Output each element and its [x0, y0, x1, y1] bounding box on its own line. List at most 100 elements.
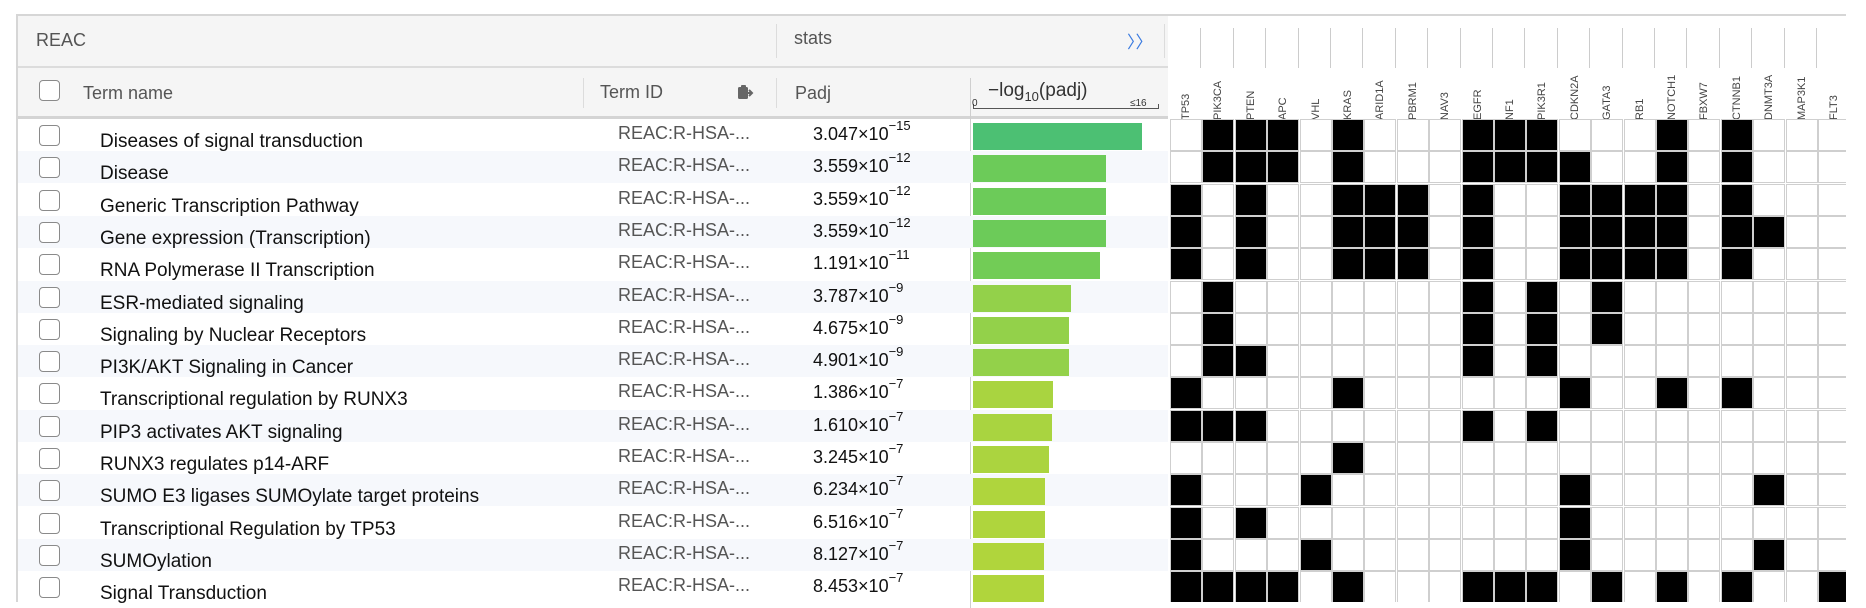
gene-cell[interactable] — [1688, 409, 1721, 442]
gene-cell[interactable] — [1299, 409, 1332, 442]
term-name[interactable]: PI3K/AKT Signaling in Cancer — [100, 357, 353, 379]
gene-cell[interactable] — [1332, 474, 1364, 507]
gene-cell[interactable] — [1623, 506, 1656, 539]
gene-cell[interactable] — [1558, 312, 1591, 345]
gene-cell[interactable] — [1202, 474, 1235, 507]
gene-cell[interactable] — [1656, 377, 1688, 410]
gene-cell[interactable] — [1494, 506, 1526, 539]
gene-cell[interactable] — [1396, 119, 1429, 151]
gene-cell[interactable] — [1591, 345, 1624, 378]
gene-cell[interactable] — [1623, 409, 1656, 442]
gene-cell[interactable] — [1364, 345, 1397, 378]
gene-cell[interactable] — [1688, 345, 1721, 378]
gene-cell[interactable] — [1785, 474, 1818, 507]
gene-cell[interactable] — [1299, 345, 1332, 378]
gene-cell[interactable] — [1170, 248, 1202, 281]
gene-cell[interactable] — [1720, 215, 1753, 248]
term-id[interactable]: REAC:R-HSA-... — [618, 414, 750, 435]
term-name[interactable]: Signaling by Nuclear Receptors — [100, 325, 366, 347]
gene-cell[interactable] — [1429, 474, 1462, 507]
gene-cell[interactable] — [1688, 506, 1721, 539]
gene-cell[interactable] — [1656, 474, 1688, 507]
gene-cell[interactable] — [1396, 312, 1429, 345]
gene-cell[interactable] — [1364, 442, 1397, 474]
gene-cell[interactable] — [1234, 377, 1267, 410]
gene-cell[interactable] — [1461, 280, 1494, 313]
gene-cell[interactable] — [1429, 215, 1462, 248]
gene-cell[interactable] — [1558, 345, 1591, 378]
gene-cell[interactable] — [1494, 312, 1526, 345]
gene-cell[interactable] — [1753, 280, 1786, 313]
row-checkbox[interactable] — [39, 480, 60, 502]
gene-cell[interactable] — [1202, 151, 1235, 184]
gene-cell[interactable] — [1429, 312, 1462, 345]
row-checkbox[interactable] — [39, 383, 60, 405]
gene-label[interactable]: DNMT3A — [1753, 72, 1785, 124]
gene-cell[interactable] — [1818, 280, 1846, 313]
gene-cell[interactable] — [1429, 377, 1462, 410]
table-row[interactable]: Gene expression (Transcription) REAC:R-HS… — [18, 215, 1168, 249]
gene-cell[interactable] — [1234, 345, 1267, 378]
gene-cell[interactable] — [1526, 248, 1559, 281]
gene-cell[interactable] — [1364, 409, 1397, 442]
gene-cell[interactable] — [1267, 151, 1300, 184]
term-id[interactable]: REAC:R-HSA-... — [618, 349, 750, 370]
gene-cell[interactable] — [1202, 442, 1235, 474]
gene-cell[interactable] — [1558, 538, 1591, 571]
term-name[interactable]: SUMO E3 ligases SUMOylate target protein… — [100, 486, 479, 508]
gene-cell[interactable] — [1526, 183, 1559, 216]
gene-cell[interactable] — [1558, 248, 1591, 281]
gene-cell[interactable] — [1688, 442, 1721, 474]
gene-label[interactable]: VHL — [1300, 72, 1332, 124]
gene-cell[interactable] — [1429, 538, 1462, 571]
gene-cell[interactable] — [1202, 183, 1235, 216]
gene-cell[interactable] — [1494, 215, 1526, 248]
gene-cell[interactable] — [1720, 151, 1753, 184]
gene-cell[interactable] — [1299, 474, 1332, 507]
gene-cell[interactable] — [1461, 119, 1494, 151]
gene-cell[interactable] — [1526, 377, 1559, 410]
gene-cell[interactable] — [1623, 215, 1656, 248]
gene-cell[interactable] — [1785, 442, 1818, 474]
table-row[interactable]: PI3K/AKT Signaling in Cancer REAC:R-HSA-.… — [18, 344, 1168, 379]
gene-cell[interactable] — [1753, 409, 1786, 442]
gene-cell[interactable] — [1267, 474, 1300, 507]
row-checkbox[interactable] — [39, 286, 60, 308]
gene-cell[interactable] — [1202, 248, 1235, 281]
gene-cell[interactable] — [1558, 280, 1591, 313]
gene-cell[interactable] — [1332, 183, 1364, 216]
gene-cell[interactable] — [1267, 538, 1300, 571]
term-id[interactable]: REAC:R-HSA-... — [618, 220, 750, 241]
gene-cell[interactable] — [1753, 442, 1786, 474]
gene-cell[interactable] — [1688, 474, 1721, 507]
gene-cell[interactable] — [1526, 506, 1559, 539]
expand-columns-icon[interactable]: 〉〉 — [1127, 28, 1153, 53]
gene-cell[interactable] — [1396, 506, 1429, 539]
term-id[interactable]: REAC:R-HSA-... — [618, 123, 750, 144]
gene-cell[interactable] — [1656, 571, 1688, 602]
gene-cell[interactable] — [1299, 248, 1332, 281]
gene-cell[interactable] — [1720, 183, 1753, 216]
gene-cell[interactable] — [1332, 442, 1364, 474]
gene-cell[interactable] — [1267, 248, 1300, 281]
gene-cell[interactable] — [1461, 345, 1494, 378]
gene-cell[interactable] — [1623, 442, 1656, 474]
term-name[interactable]: RNA Polymerase II Transcription — [100, 260, 375, 282]
gene-cell[interactable] — [1558, 215, 1591, 248]
gene-cell[interactable] — [1818, 442, 1846, 474]
gene-cell[interactable] — [1332, 248, 1364, 281]
gene-cell[interactable] — [1526, 571, 1559, 602]
gene-cell[interactable] — [1396, 183, 1429, 216]
gene-cell[interactable] — [1720, 409, 1753, 442]
gene-cell[interactable] — [1753, 538, 1786, 571]
gene-cell[interactable] — [1170, 377, 1202, 410]
gene-cell[interactable] — [1656, 312, 1688, 345]
gene-cell[interactable] — [1623, 538, 1656, 571]
gene-cell[interactable] — [1202, 280, 1235, 313]
gene-cell[interactable] — [1429, 442, 1462, 474]
term-name[interactable]: Transcriptional regulation by RUNX3 — [100, 389, 408, 411]
gene-cell[interactable] — [1234, 506, 1267, 539]
gene-cell[interactable] — [1234, 474, 1267, 507]
gene-cell[interactable] — [1494, 119, 1526, 151]
gene-cell[interactable] — [1202, 345, 1235, 378]
